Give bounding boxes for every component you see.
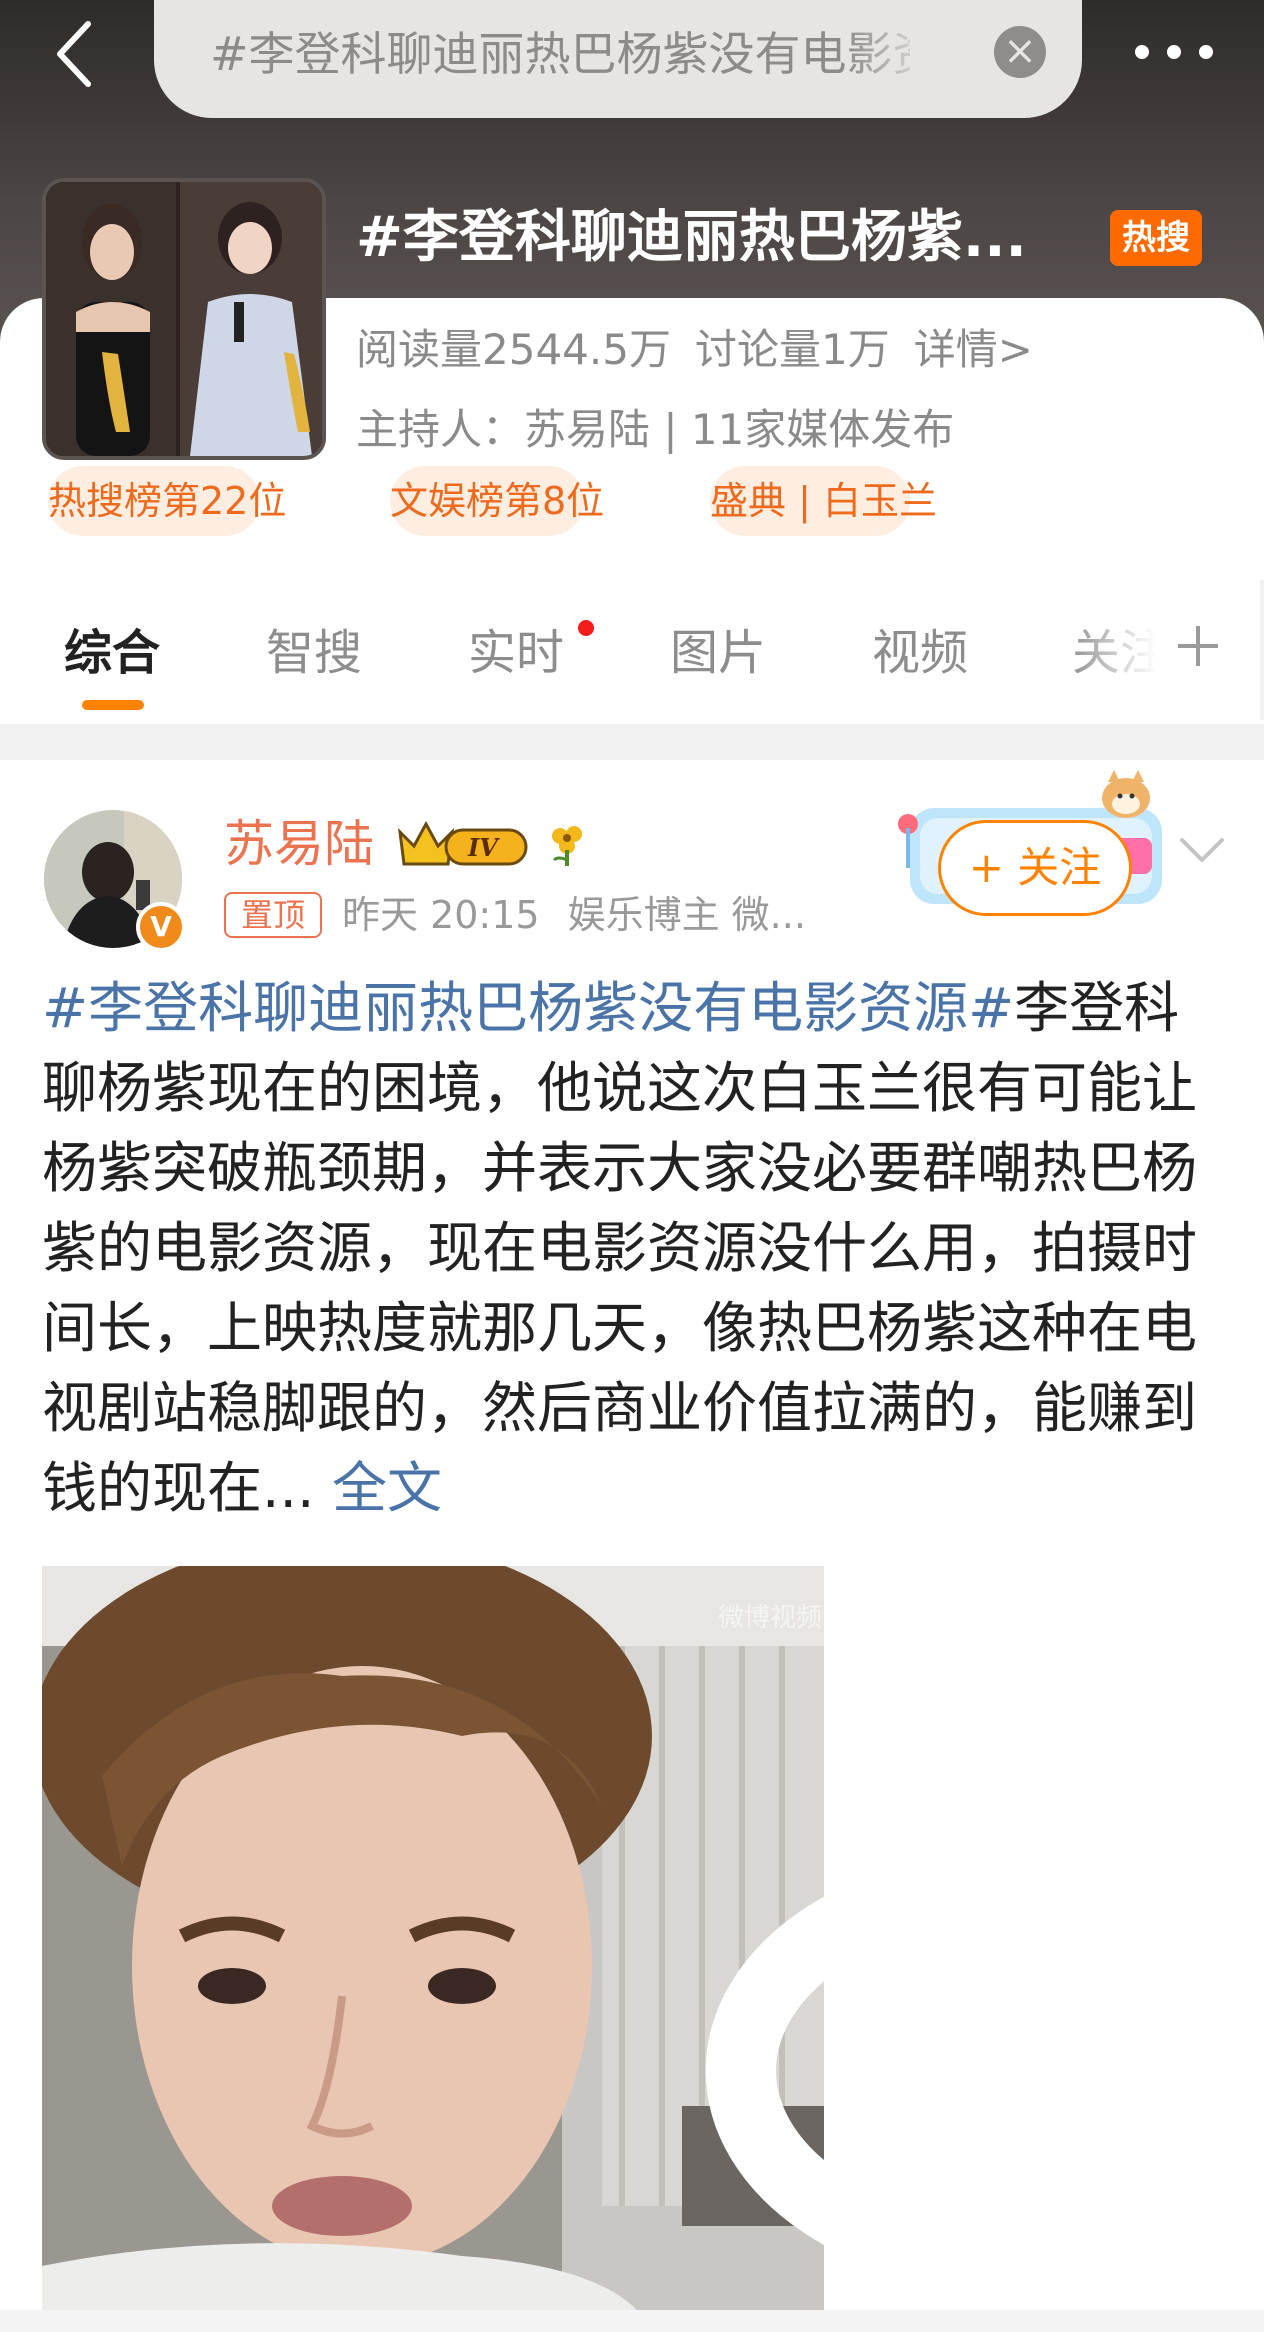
add-tab-button[interactable] <box>1168 616 1228 676</box>
chevron-down-icon <box>1180 838 1224 862</box>
full-text-link[interactable]: 全文 <box>332 1456 442 1520</box>
video-player[interactable]: 微博视频 <box>42 1566 824 2316</box>
topic-cover-image[interactable] <box>42 178 326 460</box>
cover-photo <box>46 182 322 456</box>
tag-event[interactable]: 盛典 | 白玉兰 <box>710 466 937 536</box>
active-tab-indicator <box>82 700 144 710</box>
post-meta: 昨天 20:15 娱乐博主 微... <box>342 886 822 944</box>
level-text: IV <box>467 833 500 862</box>
read-count: 阅读量2544.5万 <box>356 325 671 374</box>
realtime-new-dot <box>578 620 594 636</box>
vip-level-badge[interactable]: IV <box>394 816 530 874</box>
tab-smart-search[interactable]: 智搜 <box>266 618 362 688</box>
post-body-text: 李登科聊杨紫现在的困境，他说这次白玉兰很有可能让杨紫突破瓶颈期，并表示大家没必要… <box>42 976 1198 1520</box>
verified-badge-icon: V <box>136 902 186 952</box>
tab-videos[interactable]: 视频 <box>872 618 968 688</box>
more-button[interactable] <box>1124 30 1224 74</box>
tab-realtime[interactable]: 实时 <box>468 618 564 688</box>
back-button[interactable] <box>44 14 116 94</box>
plus-icon <box>1178 626 1218 666</box>
post-body: #李登科聊迪丽热巴杨紫没有电影资源#李登科聊杨紫现在的困境，他说这次白玉兰很有可… <box>42 968 1222 1528</box>
crown-icon: IV <box>397 820 528 866</box>
search-fade <box>844 18 934 90</box>
post-source: 娱乐博主 微... <box>567 893 806 937</box>
flower-badge-icon <box>542 820 592 870</box>
search-bar[interactable]: #李登科聊迪丽热巴杨紫没有电影资源# × <box>154 0 1082 118</box>
pinned-badge: 置顶 <box>224 892 322 938</box>
tab-images[interactable]: 图片 <box>670 618 766 688</box>
chevron-left-icon <box>57 21 91 87</box>
tab-divider <box>1260 580 1264 720</box>
topic-host[interactable]: 主持人：苏易陆 | 11家媒体发布 <box>356 400 1236 460</box>
tag-entertainment-rank[interactable]: 文娱榜第8位 <box>390 466 604 536</box>
details-link[interactable]: 详情> <box>914 325 1033 374</box>
tab-comprehensive[interactable]: 综合 <box>64 618 160 688</box>
clear-icon[interactable]: × <box>994 26 1046 78</box>
post-time: 昨天 20:15 <box>342 893 540 937</box>
topic-tags: 热搜榜第22位 文娱榜第8位 盛典 | 白玉兰 <box>48 466 1228 536</box>
tag-hot-rank[interactable]: 热搜榜第22位 <box>48 466 286 536</box>
watermark-text: 微博视频 <box>718 1603 823 1633</box>
post-menu-button[interactable] <box>1176 830 1228 870</box>
weibo-post: V 苏易陆 IV 置顶 昨天 20:15 娱乐博主 微... + 关注 #李登科… <box>0 760 1264 2332</box>
more-dots-icon <box>1135 45 1213 59</box>
search-input[interactable]: #李登科聊迪丽热巴杨紫没有电影资源# <box>210 24 910 84</box>
topic-title: #李登科聊迪丽热巴杨紫... <box>356 205 1027 270</box>
hot-badge: 热搜 <box>1110 210 1202 266</box>
weibo-logo-icon <box>705 1896 824 2245</box>
bottom-edge <box>0 2310 1264 2332</box>
post-hashtag[interactable]: #李登科聊迪丽热巴杨紫没有电影资源# <box>42 976 1014 1040</box>
topic-stats: 阅读量2544.5万 讨论量1万 详情> <box>356 320 1236 380</box>
follow-button[interactable]: + 关注 <box>938 820 1132 916</box>
author-name[interactable]: 苏易陆 <box>224 812 374 876</box>
discussion-count: 讨论量1万 <box>694 325 890 374</box>
